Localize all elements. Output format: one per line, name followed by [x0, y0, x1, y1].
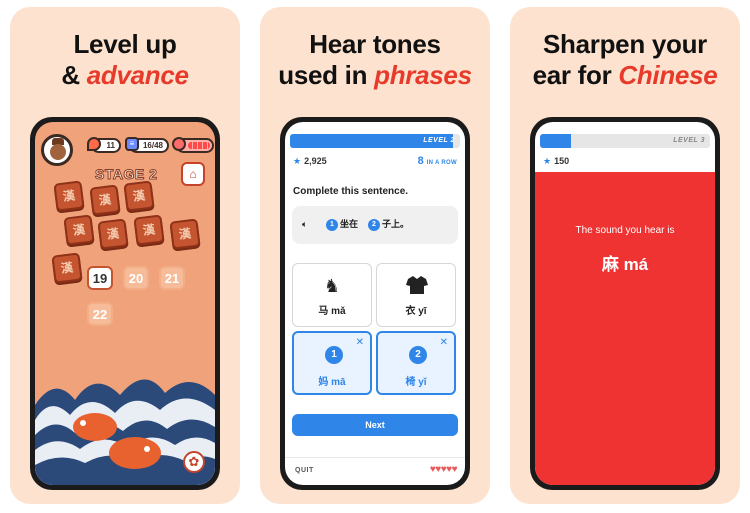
avatar[interactable] — [41, 134, 73, 166]
shirt-icon — [406, 276, 428, 294]
phone-frame: LEVEL 3 ★ 150 The sound you hear is 麻 má — [530, 117, 720, 490]
heart-icon — [172, 137, 186, 151]
flame-icon — [87, 137, 101, 151]
result-panel: The sound you hear is 麻 má — [535, 172, 715, 485]
quiz-screen: LEVEL 2 ★ 2,925 8 IN A ROW Complete this s… — [285, 122, 465, 485]
option-label: 马 mǎ — [318, 306, 346, 317]
completed-level-tile[interactable]: 漢 — [53, 180, 85, 212]
next-button[interactable]: Next — [292, 414, 458, 436]
gear-icon[interactable]: ✿ — [183, 451, 205, 473]
locked-level-button[interactable]: 21 — [159, 266, 185, 290]
headline-accent: Chinese — [618, 60, 718, 90]
completed-level-tile[interactable]: 漢 — [63, 214, 95, 246]
selected-answer-slot[interactable]: ✕ 2 椅 yǐ — [376, 331, 456, 395]
sentence-box: 🔈︎ 1 坐在 2 子上。 — [292, 206, 458, 244]
score: ★ 150 — [543, 155, 569, 167]
hearts-bar — [188, 142, 210, 149]
heart-icon: ♥ — [451, 464, 458, 475]
sentence-part-2: 2 子上。 — [368, 217, 409, 231]
option-label: 椅 yǐ — [405, 377, 427, 388]
completed-level-tile[interactable]: 漢 — [123, 180, 155, 212]
option-label: 妈 mā — [318, 377, 346, 388]
completed-level-tile[interactable]: 漢 — [169, 218, 201, 250]
question-prompt: Complete this sentence. — [293, 186, 409, 197]
answer-option[interactable]: ♞ 马 mǎ — [292, 263, 372, 327]
phone-frame: LEVEL 2 ★ 2,925 8 IN A ROW Complete this s… — [280, 117, 470, 490]
headline-line-2: ear for Chinese — [510, 60, 740, 91]
headline-prefix: used in — [278, 60, 375, 90]
hearts-pill — [172, 137, 214, 153]
completed-level-tile[interactable]: 漢 — [133, 214, 165, 246]
quit-button[interactable]: QUIT — [295, 467, 314, 474]
headline-prefix: ear for — [532, 60, 619, 90]
completed-level-tile[interactable]: 漢 — [89, 184, 121, 216]
temple-icon[interactable]: ⌂ — [181, 162, 205, 186]
answer-option[interactable]: 衣 yī — [376, 263, 456, 327]
stage-title: STAGE 2 — [94, 166, 158, 183]
lesson-progress: 16/48 — [142, 141, 163, 150]
headline-accent: phrases — [374, 60, 472, 90]
character-face-icon — [50, 144, 66, 160]
score-value: 150 — [554, 156, 570, 166]
headline: Sharpen your ear for Chinese — [510, 29, 740, 91]
star-icon: ★ — [543, 156, 552, 166]
headline-line-1: Level up — [73, 29, 177, 59]
lesson-icon: ≡ — [125, 137, 139, 151]
headline-line-2: & advance — [10, 60, 240, 91]
answer-text: 麻 má — [601, 255, 649, 274]
sound-caption: The sound you hear is — [575, 225, 675, 236]
blank-marker: 2 — [368, 218, 380, 231]
phone-frame: 11 ≡ 16/48 STAGE 2 ⌂ 漢 漢 漢 漢 漢 漢 漢 漢 19 2… — [30, 117, 220, 490]
sentence-part-1: 1 坐在 — [326, 217, 358, 231]
level-progress-fill — [540, 134, 571, 148]
promo-card-tones: Hear tones used in phrases LEVEL 2 ★ 2,92… — [260, 7, 490, 504]
promo-card-ear: Sharpen your ear for Chinese LEVEL 3 ★ 15… — [510, 7, 740, 504]
sentence-word: 坐在 — [340, 219, 359, 229]
streak-count: 11 — [106, 141, 115, 150]
headline-prefix: & — [61, 60, 87, 90]
horse-icon: ♞ — [323, 276, 341, 296]
promo-card-level-up: Level up & advance 11 ≡ 16/48 STAGE 2 ⌂ 漢… — [10, 7, 240, 504]
locked-level-button[interactable]: 20 — [123, 266, 149, 290]
headline-line-2: used in phrases — [260, 60, 490, 91]
slot-number: 1 — [325, 346, 343, 364]
answer-screen: LEVEL 3 ★ 150 The sound you hear is 麻 má — [535, 122, 715, 485]
level-label: LEVEL 2 — [423, 137, 455, 144]
footer: QUIT ♥♥♥♥♥ — [285, 457, 465, 485]
sentence-word: 子上。 — [382, 219, 410, 229]
lesson-progress-pill: ≡ 16/48 — [125, 137, 169, 153]
streak-pill: 11 — [87, 137, 121, 153]
headline: Level up & advance — [10, 29, 240, 91]
headline-line-1: Hear tones — [309, 29, 441, 59]
headline: Hear tones used in phrases — [260, 29, 490, 91]
speaker-icon[interactable]: 🔈︎ — [302, 219, 307, 230]
option-label: 衣 yī — [405, 306, 427, 317]
selected-answer-slot[interactable]: ✕ 1 妈 mā — [292, 331, 372, 395]
streak-count: 8 — [417, 155, 424, 167]
current-level-button[interactable]: 19 — [87, 266, 113, 290]
slot-number: 2 — [409, 346, 427, 364]
locked-level-button[interactable]: 22 — [87, 302, 113, 326]
headline-accent: advance — [86, 60, 189, 90]
blank-marker: 1 — [326, 218, 338, 231]
close-icon[interactable]: ✕ — [356, 337, 364, 348]
star-icon: ★ — [293, 156, 302, 166]
headline-line-1: Sharpen your — [543, 29, 707, 59]
score: ★ 2,925 — [293, 155, 327, 167]
close-icon[interactable]: ✕ — [440, 337, 448, 348]
game-map-screen: 11 ≡ 16/48 STAGE 2 ⌂ 漢 漢 漢 漢 漢 漢 漢 漢 19 2… — [35, 122, 215, 485]
completed-level-tile[interactable]: 漢 — [97, 218, 129, 250]
hearts-row: ♥♥♥♥♥ — [430, 464, 458, 475]
level-label: LEVEL 3 — [673, 137, 705, 144]
streak-label: IN A ROW — [426, 160, 457, 166]
streak: 8 IN A ROW — [418, 155, 457, 169]
completed-level-tile[interactable]: 漢 — [51, 252, 83, 284]
score-value: 2,925 — [304, 156, 327, 166]
